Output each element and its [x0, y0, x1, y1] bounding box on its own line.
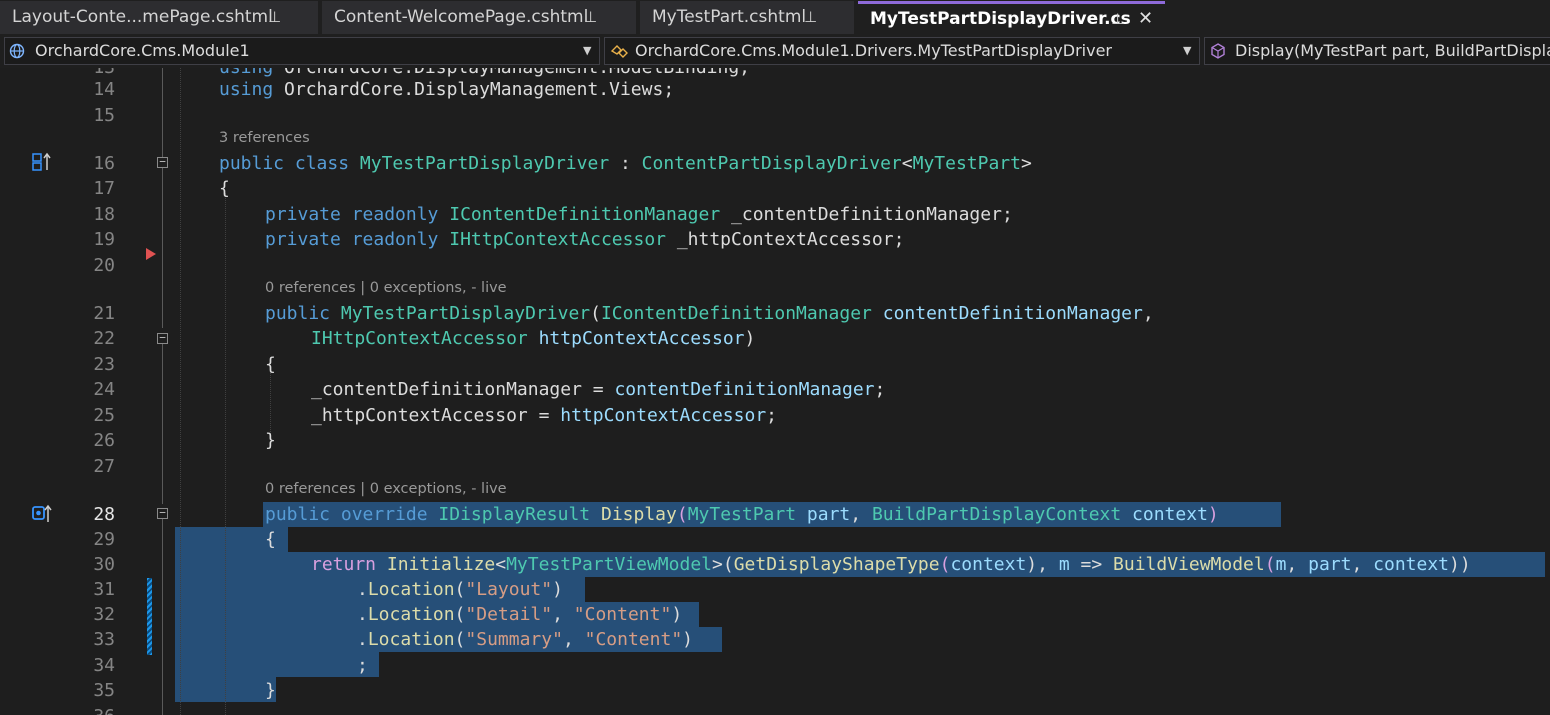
pin-icon[interactable]: ⊥: [804, 1, 817, 34]
chevron-down-icon[interactable]: ▼: [583, 38, 591, 64]
code-text: private readonly IContentDefinitionManag…: [265, 204, 1013, 225]
member-dropdown[interactable]: Display(MyTestPart part, BuildPartDispla…: [1204, 37, 1550, 65]
line-number: 36: [40, 704, 115, 715]
line-number: 27: [93, 456, 115, 477]
tab-layout-content-welcomepage[interactable]: Layout-Conte...mePage.cshtml ⊥: [0, 1, 318, 34]
code-line: 29 {: [0, 527, 1550, 552]
code-text: _httpContextAccessor = httpContextAccess…: [311, 405, 777, 426]
code-text: {: [265, 529, 276, 550]
codelens-references[interactable]: 3 references: [219, 126, 310, 151]
code-line: 21 public MyTestPartDisplayDriver(IConte…: [0, 301, 1550, 326]
code-text: _contentDefinitionManager = contentDefin…: [311, 379, 886, 400]
code-line: 31 .Location("Layout"): [0, 577, 1550, 602]
line-number: 35: [93, 680, 115, 701]
code-text: .Location("Layout"): [357, 579, 563, 600]
line-number: 19: [93, 229, 115, 250]
code-text: }: [265, 680, 276, 701]
code-line: 18 private readonly IContentDefinitionMa…: [0, 202, 1550, 227]
code-line: 16 public class MyTestPartDisplayDriver …: [0, 151, 1550, 176]
code-text: }: [265, 430, 276, 451]
member-name: Display(MyTestPart part, BuildPartDispla…: [1235, 41, 1550, 60]
code-line: 20: [0, 253, 1550, 278]
line-number: 18: [93, 204, 115, 225]
code-line: 25 _httpContextAccessor = httpContextAcc…: [0, 403, 1550, 428]
code-text: .Location("Summary", "Content"): [357, 629, 694, 650]
line-number: 25: [93, 405, 115, 426]
code-text: using OrchardCore.DisplayManagement.View…: [219, 79, 675, 100]
tab-label: MyTestPart.cshtml: [652, 7, 807, 27]
method-icon: [1209, 38, 1227, 64]
code-editor[interactable]: − − − 13 using OrchardCore.DisplayManage…: [0, 68, 1550, 715]
code-line: 24 _contentDefinitionManager = contentDe…: [0, 377, 1550, 402]
code-text: public MyTestPartDisplayDriver(IContentD…: [265, 303, 1154, 324]
code-line: 26 }: [0, 428, 1550, 453]
project-name: OrchardCore.Cms.Module1: [35, 41, 250, 60]
line-number: 31: [93, 579, 115, 600]
code-line: 30 return Initialize<MyTestPartViewModel…: [0, 552, 1550, 577]
code-line: 34 ;: [0, 653, 1550, 678]
pin-icon[interactable]: ⊥: [268, 1, 281, 34]
code-line: 32 .Location("Detail", "Content"): [0, 602, 1550, 627]
project-dropdown[interactable]: OrchardCore.Cms.Module1 ▼: [4, 37, 600, 65]
line-number: 30: [93, 554, 115, 575]
code-line: 14 using OrchardCore.DisplayManagement.V…: [0, 77, 1550, 102]
codelens-references[interactable]: 0 references | 0 exceptions, - live: [265, 276, 507, 301]
line-number: 32: [93, 604, 115, 625]
document-tab-strip: Layout-Conte...mePage.cshtml ⊥ Content-W…: [0, 0, 1550, 34]
tab-label: Content-WelcomePage.cshtml: [334, 7, 589, 27]
line-number: 33: [93, 629, 115, 650]
line-number: 16: [93, 153, 115, 174]
tab-content-welcomepage[interactable]: Content-WelcomePage.cshtml ⊥: [322, 1, 636, 34]
codelens-row: 0 references | 0 exceptions, - live: [0, 276, 1550, 301]
codelens-row: 3 references: [0, 126, 1550, 151]
code-text: private readonly IHttpContextAccessor _h…: [265, 229, 905, 250]
line-number: 22: [93, 328, 115, 349]
code-line: 36: [0, 704, 1550, 715]
code-text: {: [265, 354, 276, 375]
code-text: return Initialize<MyTestPartViewModel>(G…: [311, 554, 1471, 575]
pin-icon[interactable]: ⊥: [1111, 4, 1124, 34]
close-icon[interactable]: ✕: [1138, 4, 1153, 34]
code-line: 33 .Location("Summary", "Content"): [0, 627, 1550, 652]
code-text: public override IDisplayResult Display(M…: [265, 504, 1219, 525]
line-number: 17: [93, 178, 115, 199]
line-number: 26: [93, 430, 115, 451]
code-line: 27: [0, 454, 1550, 479]
code-line: 35 }: [0, 678, 1550, 703]
code-line: 17 {: [0, 176, 1550, 201]
code-line: 15: [0, 103, 1550, 128]
code-line: 22 IHttpContextAccessor httpContextAcces…: [0, 326, 1550, 351]
line-number: 14: [93, 79, 115, 100]
tab-mytestpart-cshtml[interactable]: MyTestPart.cshtml ⊥: [640, 1, 854, 34]
code-text: .Location("Detail", "Content"): [357, 604, 683, 625]
line-number: 21: [93, 303, 115, 324]
line-number: 24: [93, 379, 115, 400]
type-dropdown[interactable]: OrchardCore.Cms.Module1.Drivers.MyTestPa…: [604, 37, 1200, 65]
line-number: 15: [93, 105, 115, 126]
line-number: 23: [93, 354, 115, 375]
line-number: 29: [93, 529, 115, 550]
line-number: 34: [93, 655, 115, 676]
tab-label: MyTestPartDisplayDriver.cs: [870, 9, 1131, 29]
class-icon: [609, 38, 629, 64]
globe-icon: [9, 38, 25, 64]
type-name: OrchardCore.Cms.Module1.Drivers.MyTestPa…: [635, 41, 1112, 60]
code-line: 23 {: [0, 352, 1550, 377]
pin-icon[interactable]: ⊥: [584, 1, 597, 34]
code-line: 28 public override IDisplayResult Displa…: [0, 502, 1550, 527]
line-number: 20: [93, 255, 115, 276]
tab-mytestpartdisplaydriver-cs[interactable]: MyTestPartDisplayDriver.cs ⊥ ✕: [858, 1, 1165, 34]
chevron-down-icon[interactable]: ▼: [1183, 38, 1191, 64]
tab-label: Layout-Conte...mePage.cshtml: [12, 7, 273, 27]
codelens-row: 0 references | 0 exceptions, - live: [0, 477, 1550, 502]
code-text: {: [219, 178, 230, 199]
line-number: 28: [93, 504, 115, 525]
code-text: ;: [357, 655, 368, 676]
code-text: IHttpContextAccessor httpContextAccessor…: [311, 328, 756, 349]
code-line: 19 private readonly IHttpContextAccessor…: [0, 227, 1550, 252]
navigation-bar: OrchardCore.Cms.Module1 ▼ OrchardCore.Cm…: [0, 34, 1550, 69]
codelens-references[interactable]: 0 references | 0 exceptions, - live: [265, 477, 507, 502]
code-text: public class MyTestPartDisplayDriver : C…: [219, 153, 1032, 174]
